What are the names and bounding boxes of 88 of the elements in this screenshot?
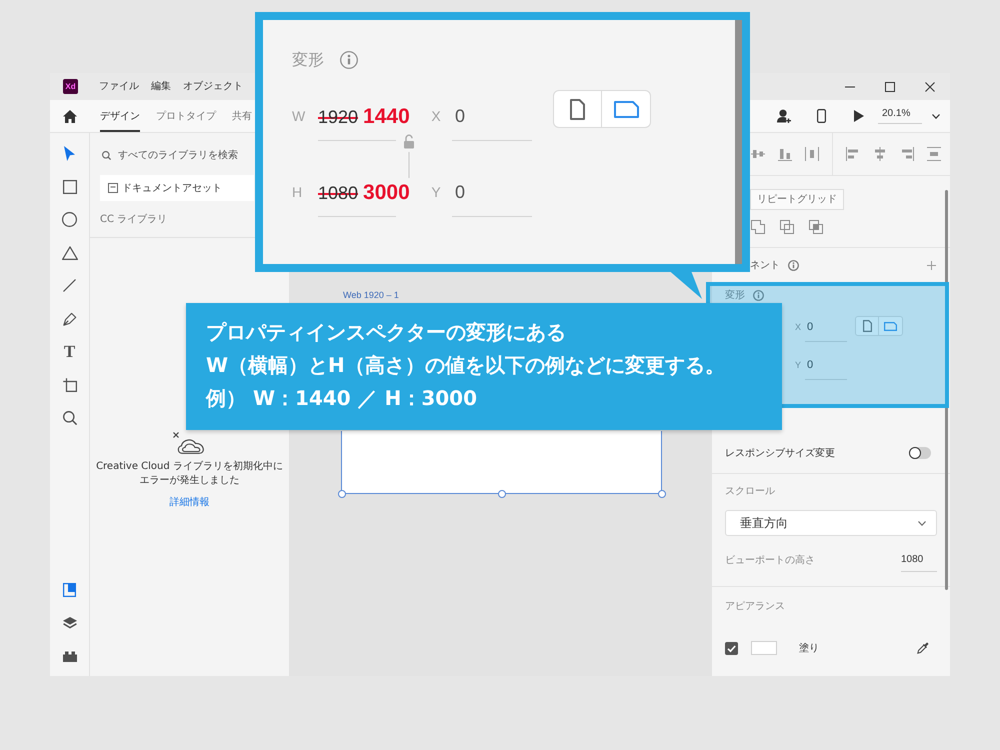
magnifier-icon[interactable] (62, 410, 76, 424)
y-field[interactable]: 0 (805, 356, 847, 380)
orientation-button[interactable] (553, 90, 602, 128)
minimize-icon[interactable] (845, 86, 855, 88)
section-title: CC ライブラリ (100, 213, 168, 227)
intersect-icon[interactable] (809, 220, 823, 234)
text-tool[interactable]: T (64, 343, 76, 360)
align-right-icon[interactable] (900, 147, 914, 161)
orientation-button[interactable] (855, 316, 879, 336)
responsive-resize-label: レスポンシブサイズ変更 (725, 446, 835, 460)
align-center-icon[interactable] (873, 147, 887, 161)
tab[interactable]: プロトタイプ (156, 100, 216, 132)
viewport-height-label: ビューポートの高さ (725, 555, 815, 567)
artboard-label: Web 1920 – 1 (342, 289, 399, 301)
info-icon[interactable] (788, 260, 799, 270)
x-field[interactable]: 0 (805, 318, 847, 342)
eyedropper-icon[interactable] (917, 642, 929, 654)
triangle-icon[interactable] (62, 246, 78, 260)
search-field[interactable]: すべてのライブラリを検索 (118, 147, 248, 163)
distribute-horizontal-icon[interactable] (805, 147, 819, 161)
chevron-down-icon (918, 520, 926, 526)
document-icon (108, 183, 118, 193)
distribute-vertical-icon[interactable] (927, 147, 941, 161)
error-message: Creative Cloud ライブラリを初期化中にエラーが発生しました (95, 460, 284, 488)
viewport-height-field[interactable]: 1080 (901, 552, 937, 572)
component-title: ネント (750, 259, 780, 272)
home-icon[interactable] (63, 110, 77, 122)
align-left-icon[interactable] (846, 147, 860, 161)
union-icon[interactable] (751, 220, 765, 234)
menu-item[interactable]: オブジェクト (183, 80, 243, 94)
phone-icon[interactable] (816, 109, 826, 123)
align-bottom-icon[interactable] (778, 147, 792, 161)
instruction-callout: プロパティインスペクターの変形にある W（横幅）とH（高さ）の値を以下の例などに変更する。 例） W：1440 ／ H：3000 (186, 303, 782, 430)
orientation-button[interactable] (879, 316, 903, 336)
details-link[interactable]: 詳細情報 (170, 496, 210, 510)
scroll-label: スクロール (725, 486, 775, 498)
transform-title: 変形 (725, 288, 745, 302)
layers-icon[interactable] (62, 616, 76, 628)
info-icon[interactable] (340, 51, 358, 69)
search-icon (102, 150, 111, 160)
tab[interactable]: 共有 (232, 100, 252, 132)
align-middle-icon[interactable] (751, 147, 765, 161)
person-plus-icon[interactable] (776, 109, 790, 123)
info-icon[interactable] (753, 290, 764, 300)
pen-icon[interactable] (62, 312, 76, 326)
selection-handle[interactable] (338, 490, 346, 498)
play-icon[interactable] (854, 110, 864, 122)
scrollbar[interactable] (945, 190, 948, 590)
menu-item[interactable]: ファイル (99, 80, 139, 94)
color-swatch-icon[interactable] (751, 641, 777, 655)
appearance-title: アピアランス (725, 601, 785, 613)
rectangle-icon[interactable] (62, 180, 76, 194)
plus-icon[interactable] (927, 260, 936, 270)
fill-label: 塗り (799, 642, 819, 655)
lock-icon[interactable] (402, 134, 416, 178)
menu-item[interactable]: 編集 (151, 80, 171, 94)
selection-handle[interactable] (658, 490, 666, 498)
library-icon[interactable] (63, 582, 76, 596)
repeat-grid-button[interactable]: リピートグリッド (750, 188, 844, 210)
artboard-icon[interactable] (62, 378, 76, 392)
cloud-error-icon (172, 432, 206, 454)
new-value: 3000 (363, 180, 410, 204)
chevron-down-icon[interactable] (932, 114, 940, 118)
position-label: X (431, 107, 441, 126)
zoom-level-field[interactable]: 20.1% (878, 108, 922, 124)
selection-handle[interactable] (498, 490, 506, 498)
transform-title: 変形 (292, 49, 324, 71)
document-assets-button[interactable]: ドキュメントアセット (100, 175, 254, 201)
position-field[interactable]: 0 (452, 102, 532, 141)
scroll-dropdown[interactable]: 垂直方向 (725, 510, 937, 536)
x-label: X (795, 321, 802, 334)
y-label: Y (795, 359, 802, 372)
size-label: H (292, 183, 304, 202)
orientation-button[interactable] (602, 90, 651, 128)
subtract-icon[interactable] (780, 220, 794, 234)
line-icon[interactable] (63, 279, 76, 292)
circle-icon[interactable] (62, 212, 77, 227)
new-value: 1440 (363, 104, 410, 128)
fill-checkbox[interactable] (725, 642, 738, 654)
app-logo: Xd (63, 79, 78, 94)
pointer-icon[interactable] (64, 146, 75, 161)
toggle-switch[interactable] (909, 446, 931, 458)
position-label: Y (431, 183, 441, 202)
size-label: W (292, 107, 306, 126)
position-field[interactable]: 0 (452, 178, 532, 217)
close-icon[interactable] (925, 82, 935, 92)
maximize-icon[interactable] (885, 82, 895, 92)
plugin-icon[interactable] (62, 650, 76, 662)
